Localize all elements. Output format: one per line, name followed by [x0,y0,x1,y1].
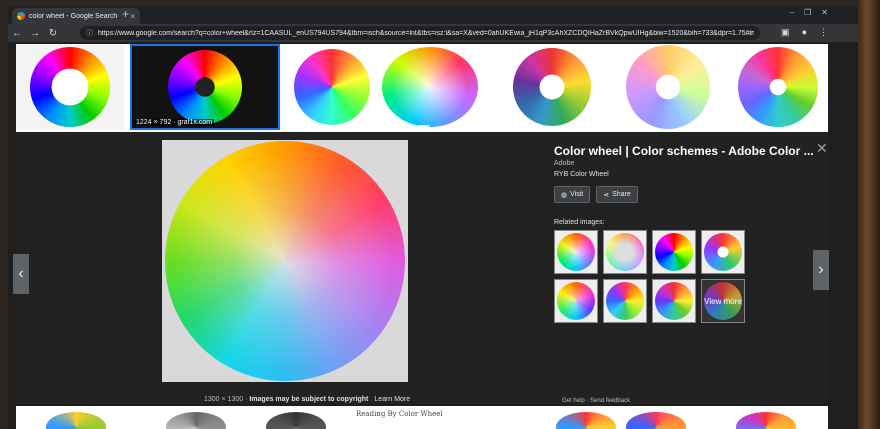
preview-footer: Get help · Send feedback [562,398,631,404]
visit-button[interactable]: ◍ Visit [554,186,591,203]
browser-window: color wheel - Google Search × + – ❐ ✕ ← … [8,6,858,429]
related-images-label: Related images: [554,219,605,226]
result-subtitle: RYB Color Wheel [554,171,609,178]
browser-toolbar: ← → ↻ ⓘ https://www.google.com/search?q=… [8,24,858,42]
photo-frame: color wheel - Google Search × + – ❐ ✕ ← … [0,0,880,429]
forward-arrow-icon[interactable]: → [26,28,44,39]
selection-pointer [418,125,430,132]
thumbnail-selected[interactable]: 1224 × 792 · graf1x.com [130,44,280,130]
thumbnail-color-wheel-2[interactable] [288,44,376,130]
thumbnail-color-wheel-3[interactable] [380,44,480,130]
thumbnail-image [294,49,370,125]
info-icon[interactable]: ⓘ [86,28,93,38]
related-image[interactable] [603,279,647,323]
result-thumbnail[interactable] [626,412,686,429]
new-tab-button[interactable]: + [122,7,129,21]
visit-label: Visit [570,191,584,198]
send-feedback-link[interactable]: Send feedback [590,398,630,404]
tab-title: color wheel - Google Search [29,12,118,20]
url-text[interactable]: https://www.google.com/search?q=color+wh… [98,30,754,37]
preview-details: Color wheel | Color schemes - Adobe Colo… [554,144,814,394]
previous-image-button[interactable]: ‹ [13,254,29,294]
close-preview-icon[interactable]: ✕ [816,140,828,157]
thumbnail-color-wheel-chart[interactable] [16,44,124,130]
result-caption: Reading By Color Wheel [356,410,443,418]
related-image[interactable] [652,230,696,274]
google-favicon-icon [17,12,25,20]
thumbnail-image [168,50,242,124]
profile-icon[interactable]: ● [802,27,807,38]
back-arrow-icon[interactable]: ← [8,28,26,39]
menu-kebab-icon[interactable]: ⋮ [819,27,828,38]
thumbnail-caption: 1224 × 792 · graf1x.com [134,119,215,126]
close-window-icon[interactable]: ✕ [821,8,828,17]
related-image[interactable] [652,279,696,323]
tab-close-icon[interactable]: × [130,12,135,21]
minimize-icon[interactable]: – [790,8,794,17]
thumbnail-image [30,47,110,127]
related-image[interactable] [701,230,745,274]
thumbnail-color-wheel-4[interactable] [506,44,598,130]
thumbnail-image [513,48,591,126]
address-bar[interactable]: ⓘ https://www.google.com/search?q=color+… [80,26,760,40]
tab-strip: color wheel - Google Search × + – ❐ ✕ [8,6,858,24]
image-meta: 1300 × 1300 · Images may be subject to c… [204,396,411,403]
thumbnail-image [626,45,710,129]
related-images-grid: View more [554,230,814,323]
image-size: 1300 × 1300 [204,396,244,403]
learn-more-link[interactable]: Learn More [374,396,410,403]
reload-icon[interactable]: ↻ [44,28,62,39]
globe-icon: ◍ [561,191,568,199]
share-label: Share [612,191,631,198]
related-image[interactable] [603,230,647,274]
color-wheel-image [165,141,405,381]
result-thumbnail[interactable] [266,412,326,429]
bookmark-star-icon[interactable]: ☆ [747,28,754,37]
share-icon: ⋖ [603,191,610,199]
maximize-icon[interactable]: ❐ [804,8,811,17]
get-help-link[interactable]: Get help [562,398,585,404]
chevron-right-icon: › [818,261,824,278]
preview-actions: ◍ Visit ⋖ Share [554,186,814,203]
result-thumbnail[interactable] [46,412,106,429]
toolbar-extensions: ▣ ● ⋮ [781,27,828,38]
image-preview-panel: 1300 × 1300 · Images may be subject to c… [16,132,828,404]
window-controls: – ❐ ✕ [790,8,828,17]
view-more-label: View more [704,296,742,306]
image-results-strip: 1224 × 792 · graf1x.com [16,44,828,132]
more-results-strip: Reading By Color Wheel [16,406,828,429]
chevron-left-icon: ‹ [18,265,24,282]
extension-icon[interactable]: ▣ [781,27,790,38]
related-image[interactable] [554,279,598,323]
result-title[interactable]: Color wheel | Color schemes - Adobe Colo… [554,144,814,158]
tab-color-wheel-search[interactable]: color wheel - Google Search × [12,8,140,24]
result-thumbnail[interactable] [556,412,616,429]
result-thumbnail[interactable] [166,412,226,429]
thumbnail-image [382,47,478,127]
related-image[interactable] [554,230,598,274]
view-more-button[interactable]: View more [701,279,745,323]
monitor-bezel [858,0,880,429]
share-button[interactable]: ⋖ Share [596,186,638,203]
result-thumbnail[interactable] [736,412,796,429]
thumbnail-image [738,47,818,127]
next-image-button[interactable]: › [813,250,829,290]
thumbnail-color-wheel-5[interactable] [620,44,716,130]
result-source: Adobe [554,160,575,167]
copyright-note: Images may be subject to copyright [249,396,369,403]
thumbnail-color-wheel-6[interactable] [728,44,828,130]
preview-image[interactable] [162,140,408,382]
